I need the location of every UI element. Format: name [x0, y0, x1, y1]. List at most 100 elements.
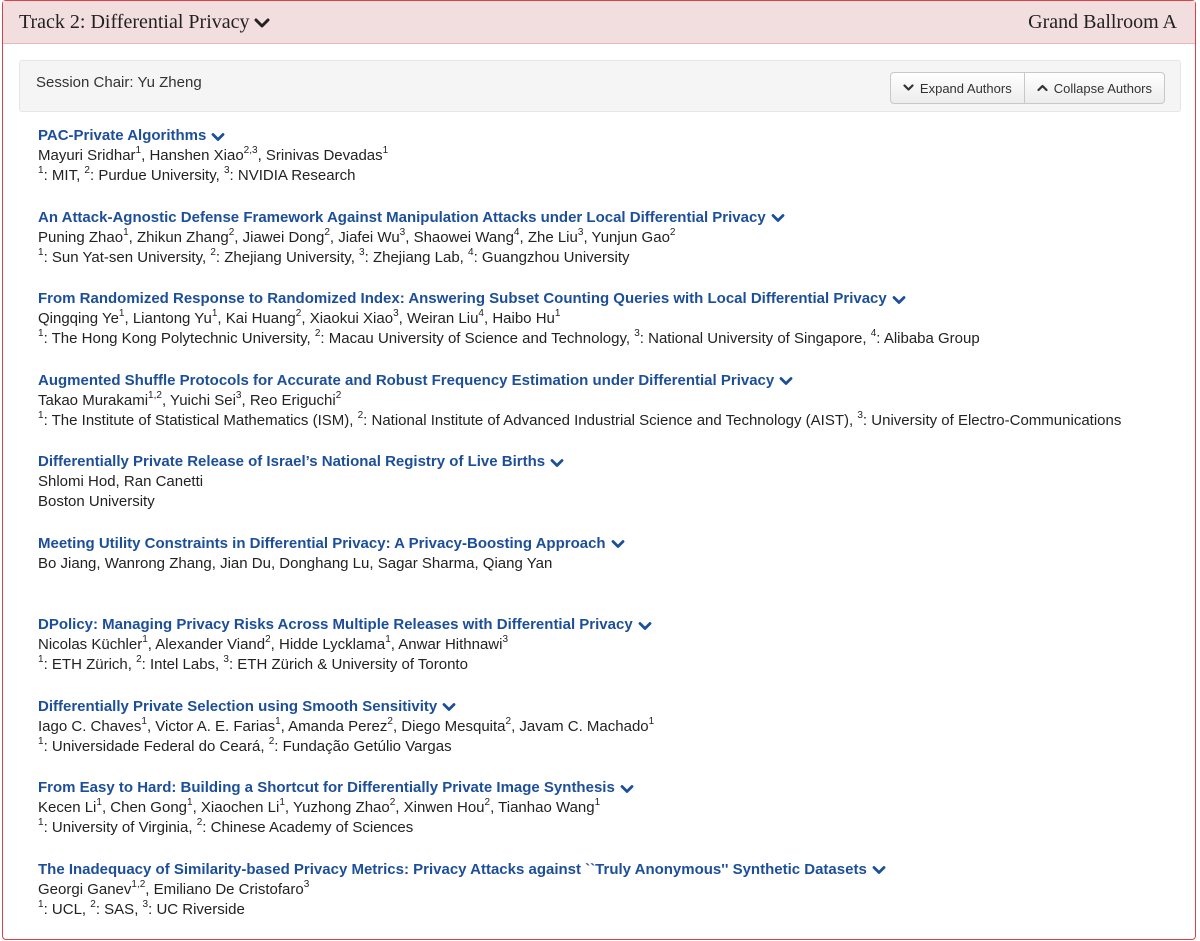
affiliation-list: 1: University of Virginia, 2: Chinese Ac…: [38, 818, 1188, 838]
paper-title-text[interactable]: PAC-Private Algorithms: [38, 126, 206, 146]
chevron-down-icon[interactable]: [550, 458, 564, 468]
author-name: Srinivas Devadas: [266, 147, 383, 164]
affiliation-index: 3: [223, 654, 229, 665]
author-list: Bo Jiang, Wanrong Zhang, Jian Du, Dongha…: [38, 554, 1188, 574]
affiliation-name: Universidade Federal do Ceará: [52, 738, 260, 755]
paper-item: Differentially Private Release of Israel…: [38, 452, 1188, 534]
session-info-box: Session Chair: Yu Zheng Expand Authors C…: [19, 60, 1181, 112]
affiliation-name: University of Virginia: [52, 819, 188, 836]
author-name: Emiliano De Cristofaro: [154, 881, 304, 898]
author-list: Iago C. Chaves1, Victor A. E. Farias1, A…: [38, 717, 1188, 737]
chevron-down-icon[interactable]: [611, 539, 625, 549]
affiliation-index: 2: [84, 165, 90, 176]
author-name: Qiang Yan: [483, 555, 553, 572]
paper-title-link[interactable]: From Easy to Hard: Building a Shortcut f…: [38, 778, 634, 798]
paper-title-link[interactable]: Meeting Utility Constraints in Different…: [38, 534, 625, 554]
paper-title-link[interactable]: From Randomized Response to Randomized I…: [38, 289, 906, 309]
affiliation-name: NVIDIA Research: [238, 167, 356, 184]
paper-item: Meeting Utility Constraints in Different…: [38, 534, 1188, 616]
paper-title-text[interactable]: DPolicy: Managing Privacy Risks Across M…: [38, 615, 633, 635]
affiliation-index: 2: [90, 899, 96, 910]
affiliation-index: 2: [197, 817, 203, 828]
affiliation-name: SAS: [104, 901, 134, 918]
chevron-down-icon[interactable]: [254, 17, 270, 29]
author-name: Georgi Ganev: [38, 881, 131, 898]
affiliation-name: University of Electro-Communications: [871, 412, 1121, 429]
author-name: Diego Mesquita: [401, 718, 505, 735]
chevron-down-icon[interactable]: [771, 213, 785, 223]
author-name: Wanrong Zhang: [105, 555, 212, 572]
affiliation-index: 3: [143, 899, 149, 910]
author-list: Takao Murakami1,2, Yuichi Sei3, Reo Erig…: [38, 391, 1188, 411]
affiliation-name: The Institute of Statistical Mathematics…: [52, 412, 350, 429]
track-header[interactable]: Track 2: Differential Privacy Grand Ball…: [3, 1, 1195, 44]
author-affiliation-index: 1,2: [131, 879, 145, 890]
affiliation-index: 2: [358, 410, 364, 421]
chevron-down-icon[interactable]: [211, 132, 225, 142]
paper-title-link[interactable]: Augmented Shuffle Protocols for Accurate…: [38, 371, 793, 391]
affiliation-index: 1: [38, 654, 44, 665]
author-name: Donghang Lu: [279, 555, 369, 572]
paper-title-text[interactable]: Meeting Utility Constraints in Different…: [38, 534, 606, 554]
paper-title-text[interactable]: The Inadequacy of Similarity-based Priva…: [38, 860, 867, 880]
paper-title-text[interactable]: Differentially Private Selection using S…: [38, 697, 437, 717]
chevron-down-icon[interactable]: [638, 621, 652, 631]
author-name: Mayuri Sridhar: [38, 147, 136, 164]
affiliation-list: 1: Universidade Federal do Ceará, 2: Fun…: [38, 737, 1188, 757]
chevron-down-icon[interactable]: [779, 376, 793, 386]
affiliation-index: 1: [38, 736, 44, 747]
author-list: Nicolas Küchler1, Alexander Viand2, Hidd…: [38, 635, 1188, 655]
chevron-down-icon[interactable]: [442, 702, 456, 712]
paper-title-link[interactable]: The Inadequacy of Similarity-based Priva…: [38, 860, 886, 880]
affiliation-name: Chinese Academy of Sciences: [211, 819, 414, 836]
affiliation-name: Alibaba Group: [884, 330, 980, 347]
affiliation-name: Boston University: [38, 493, 155, 510]
affiliation-name: National University of Singapore: [648, 330, 862, 347]
author-affiliation-index: 3: [578, 227, 584, 238]
paper-title-text[interactable]: Differentially Private Release of Israel…: [38, 452, 545, 472]
author-affiliation-index: 1,2: [148, 390, 162, 401]
paper-item: Differentially Private Selection using S…: [38, 697, 1188, 779]
paper-title-link[interactable]: PAC-Private Algorithms: [38, 126, 225, 146]
paper-title-link[interactable]: Differentially Private Selection using S…: [38, 697, 456, 717]
paper-title-link[interactable]: An Attack-Agnostic Defense Framework Aga…: [38, 208, 785, 228]
author-affiliation-index: 1: [385, 634, 391, 645]
chevron-down-icon[interactable]: [872, 865, 886, 875]
affiliation-name: ETH Zürich & University of Toronto: [237, 656, 468, 673]
author-name: Bo Jiang: [38, 555, 96, 572]
track-panel: Track 2: Differential Privacy Grand Ball…: [2, 0, 1196, 940]
expand-authors-label: Expand Authors: [920, 81, 1012, 96]
collapse-authors-button[interactable]: Collapse Authors: [1025, 72, 1165, 104]
author-affiliation-index: 2: [265, 634, 271, 645]
author-affiliation-index: 1: [123, 227, 129, 238]
affiliation-list: Boston University: [38, 492, 1188, 512]
author-affiliation-index: 1: [275, 716, 281, 727]
author-name: Nicolas Küchler: [38, 636, 142, 653]
author-name: Weiran Liu: [407, 310, 478, 327]
paper-title-text[interactable]: Augmented Shuffle Protocols for Accurate…: [38, 371, 774, 391]
affiliation-list: 1: The Hong Kong Polytechnic University,…: [38, 329, 1188, 349]
chevron-down-icon[interactable]: [892, 295, 906, 305]
paper-item: The Inadequacy of Similarity-based Priva…: [38, 860, 1188, 941]
affiliation-index: 2: [210, 247, 216, 258]
affiliation-list: 1: The Institute of Statistical Mathemat…: [38, 411, 1188, 431]
author-name: Amanda Perez: [288, 718, 387, 735]
affiliation-index: 1: [38, 410, 44, 421]
chevron-down-icon[interactable]: [620, 784, 634, 794]
author-name: Yuichi Sei: [170, 392, 236, 409]
affiliation-index: 2: [269, 736, 275, 747]
paper-title-text[interactable]: From Easy to Hard: Building a Shortcut f…: [38, 778, 615, 798]
author-name: Jiawei Dong: [243, 229, 325, 246]
paper-title-text[interactable]: From Randomized Response to Randomized I…: [38, 289, 887, 309]
paper-item: Augmented Shuffle Protocols for Accurate…: [38, 371, 1188, 453]
affiliation-index: 4: [468, 247, 474, 258]
session-chair: Session Chair: Yu Zheng: [36, 74, 202, 91]
affiliation-index: 3: [857, 410, 863, 421]
expand-authors-button[interactable]: Expand Authors: [890, 72, 1025, 104]
paper-title-text[interactable]: An Attack-Agnostic Defense Framework Aga…: [38, 208, 766, 228]
paper-title-link[interactable]: Differentially Private Release of Israel…: [38, 452, 564, 472]
track-title-toggle[interactable]: Track 2: Differential Privacy: [19, 11, 270, 34]
author-name: Tianhao Wang: [498, 799, 594, 816]
paper-title-link[interactable]: DPolicy: Managing Privacy Risks Across M…: [38, 615, 652, 635]
author-name: Liantong Yu: [133, 310, 212, 327]
